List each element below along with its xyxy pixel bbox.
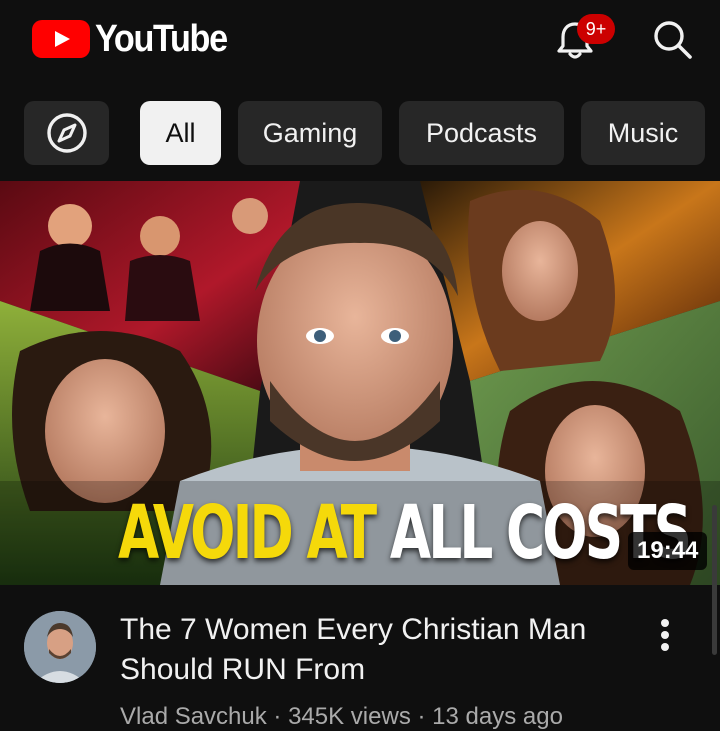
thumbnail-text-highlight: AVOID AT (118, 490, 377, 576)
compass-icon (46, 113, 87, 153)
thumbnail-caption: AVOID AT ALL COSTS (118, 488, 692, 578)
channel-avatar[interactable] (24, 611, 96, 683)
notification-badge[interactable]: 9+ (577, 14, 615, 44)
video-title[interactable]: The 7 Women Every Christian Man Should R… (120, 610, 630, 690)
chip-music[interactable]: Music (581, 101, 705, 165)
chip-gaming[interactable]: Gaming (238, 101, 382, 165)
chip-all[interactable]: All (140, 101, 221, 165)
avatar-image (24, 611, 96, 683)
video-metadata: Vlad Savchuk · 345K views · 13 days ago (120, 703, 563, 730)
youtube-play-icon (32, 20, 90, 58)
youtube-logo[interactable]: YouTube (32, 20, 241, 58)
brand-name: YouTube (95, 18, 228, 60)
chip-podcasts[interactable]: Podcasts (399, 101, 564, 165)
filter-chip-bar: All Gaming Podcasts Music (0, 101, 720, 165)
explore-button[interactable] (24, 101, 109, 165)
search-icon[interactable] (650, 17, 694, 61)
more-vertical-icon[interactable] (650, 615, 680, 655)
top-app-bar: YouTube 9+ (0, 0, 720, 80)
duration-badge: 19:44 (628, 532, 708, 570)
scrollbar[interactable] (712, 505, 717, 655)
